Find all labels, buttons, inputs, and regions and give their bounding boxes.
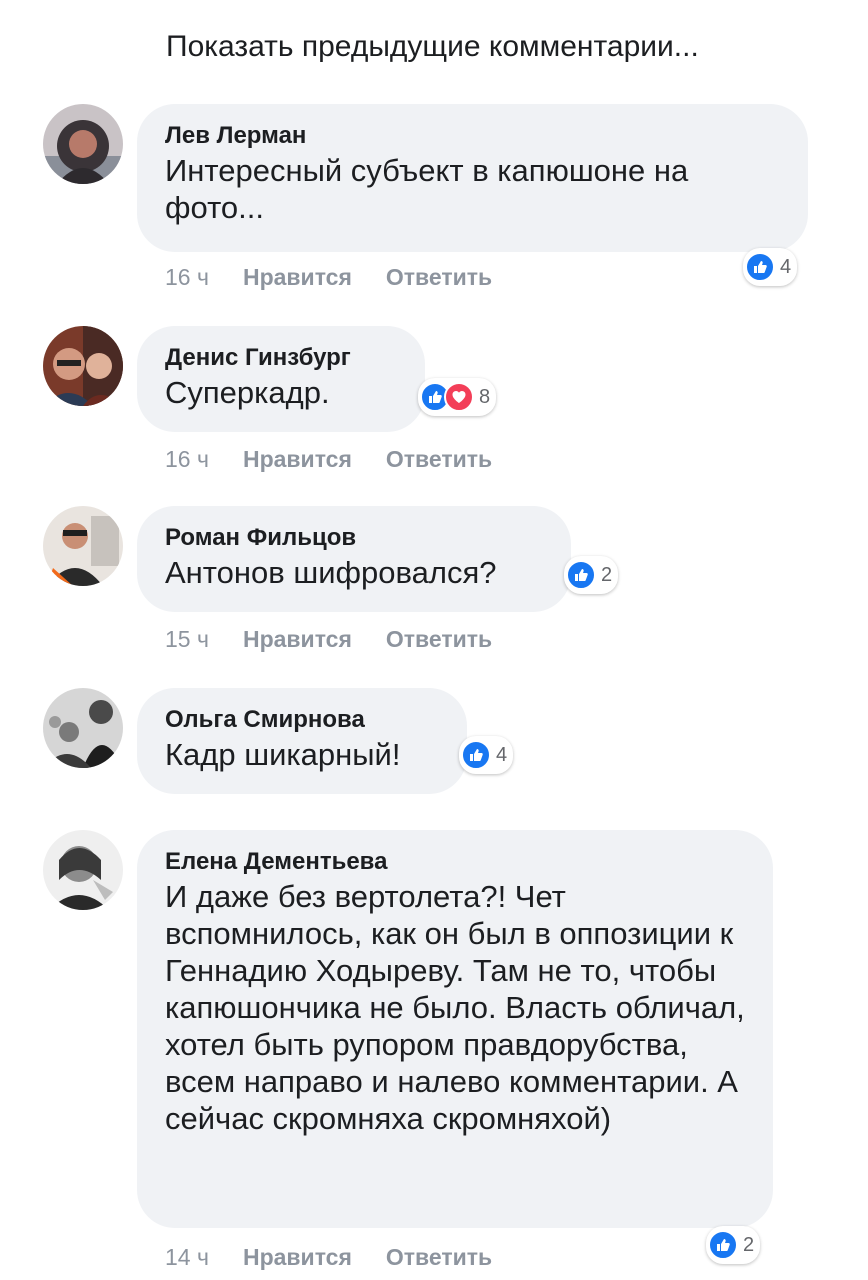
comment-time[interactable]: 14 ч	[165, 1244, 209, 1270]
comment-time[interactable]: 15 ч	[165, 626, 209, 652]
like-link[interactable]: Нравится	[243, 1244, 352, 1270]
love-reaction-icon	[444, 382, 474, 412]
avatar[interactable]	[43, 326, 123, 406]
comment-meta: 16 ч Нравится Ответить	[165, 446, 526, 473]
comment-author[interactable]: Денис Гинзбург	[165, 342, 397, 374]
comment-meta: 14 ч Нравится Ответить	[165, 1244, 526, 1271]
comment-author[interactable]: Ольга Смирнова	[165, 704, 439, 736]
comment-author[interactable]: Лев Лерман	[165, 120, 780, 152]
avatar[interactable]	[43, 688, 123, 768]
avatar[interactable]	[43, 830, 123, 910]
reaction-summary[interactable]: 4	[459, 736, 514, 774]
comment-time[interactable]: 16 ч	[165, 264, 209, 290]
reaction-count: 8	[479, 385, 491, 408]
reply-link[interactable]: Ответить	[386, 626, 492, 652]
comment-bubble: Денис Гинзбург Суперкадр.	[137, 326, 425, 432]
reaction-count: 4	[496, 743, 508, 766]
reply-link[interactable]: Ответить	[386, 264, 492, 290]
comment-text: Антонов шифровался?	[165, 555, 497, 590]
like-reaction-icon	[745, 252, 775, 282]
reaction-summary[interactable]: 8	[418, 378, 497, 416]
reaction-summary[interactable]: 2	[706, 1226, 761, 1264]
like-link[interactable]: Нравится	[243, 626, 352, 652]
comment-text: Суперкадр.	[165, 375, 330, 410]
comment-meta: 15 ч Нравится Ответить	[165, 626, 526, 653]
reaction-summary[interactable]: 4	[743, 248, 798, 286]
comment-author[interactable]: Елена Дементьева	[165, 846, 745, 878]
comment-meta: 16 ч Нравится Ответить	[165, 264, 526, 291]
reaction-count: 4	[780, 255, 792, 278]
reply-link[interactable]: Ответить	[386, 1244, 492, 1270]
comment-bubble: Лев Лерман Интересный субъект в капюшоне…	[137, 104, 808, 252]
like-reaction-icon	[461, 740, 491, 770]
like-link[interactable]: Нравится	[243, 264, 352, 290]
avatar[interactable]	[43, 506, 123, 586]
comment-text: Интересный субъект в капюшоне на фото...	[165, 153, 689, 225]
comment-time[interactable]: 16 ч	[165, 446, 209, 472]
comment-bubble: Елена Дементьева И даже без вертолета?! …	[137, 830, 773, 1228]
reaction-summary[interactable]: 2	[564, 556, 619, 594]
comment-bubble: Роман Фильцов Антонов шифровался?	[137, 506, 571, 612]
comment-text: Кадр шикарный!	[165, 737, 401, 772]
like-reaction-icon	[708, 1230, 738, 1260]
reaction-count: 2	[601, 563, 613, 586]
avatar[interactable]	[43, 104, 123, 184]
comment-bubble: Ольга Смирнова Кадр шикарный!	[137, 688, 467, 794]
comment-text: И даже без вертолета?! Чет вспомнилось, …	[165, 879, 745, 1136]
comment-author[interactable]: Роман Фильцов	[165, 522, 543, 554]
like-link[interactable]: Нравится	[243, 446, 352, 472]
reply-link[interactable]: Ответить	[386, 446, 492, 472]
reaction-count: 2	[743, 1233, 755, 1256]
like-reaction-icon	[566, 560, 596, 590]
show-previous-comments-link[interactable]: Показать предыдущие комментарии...	[166, 30, 699, 64]
